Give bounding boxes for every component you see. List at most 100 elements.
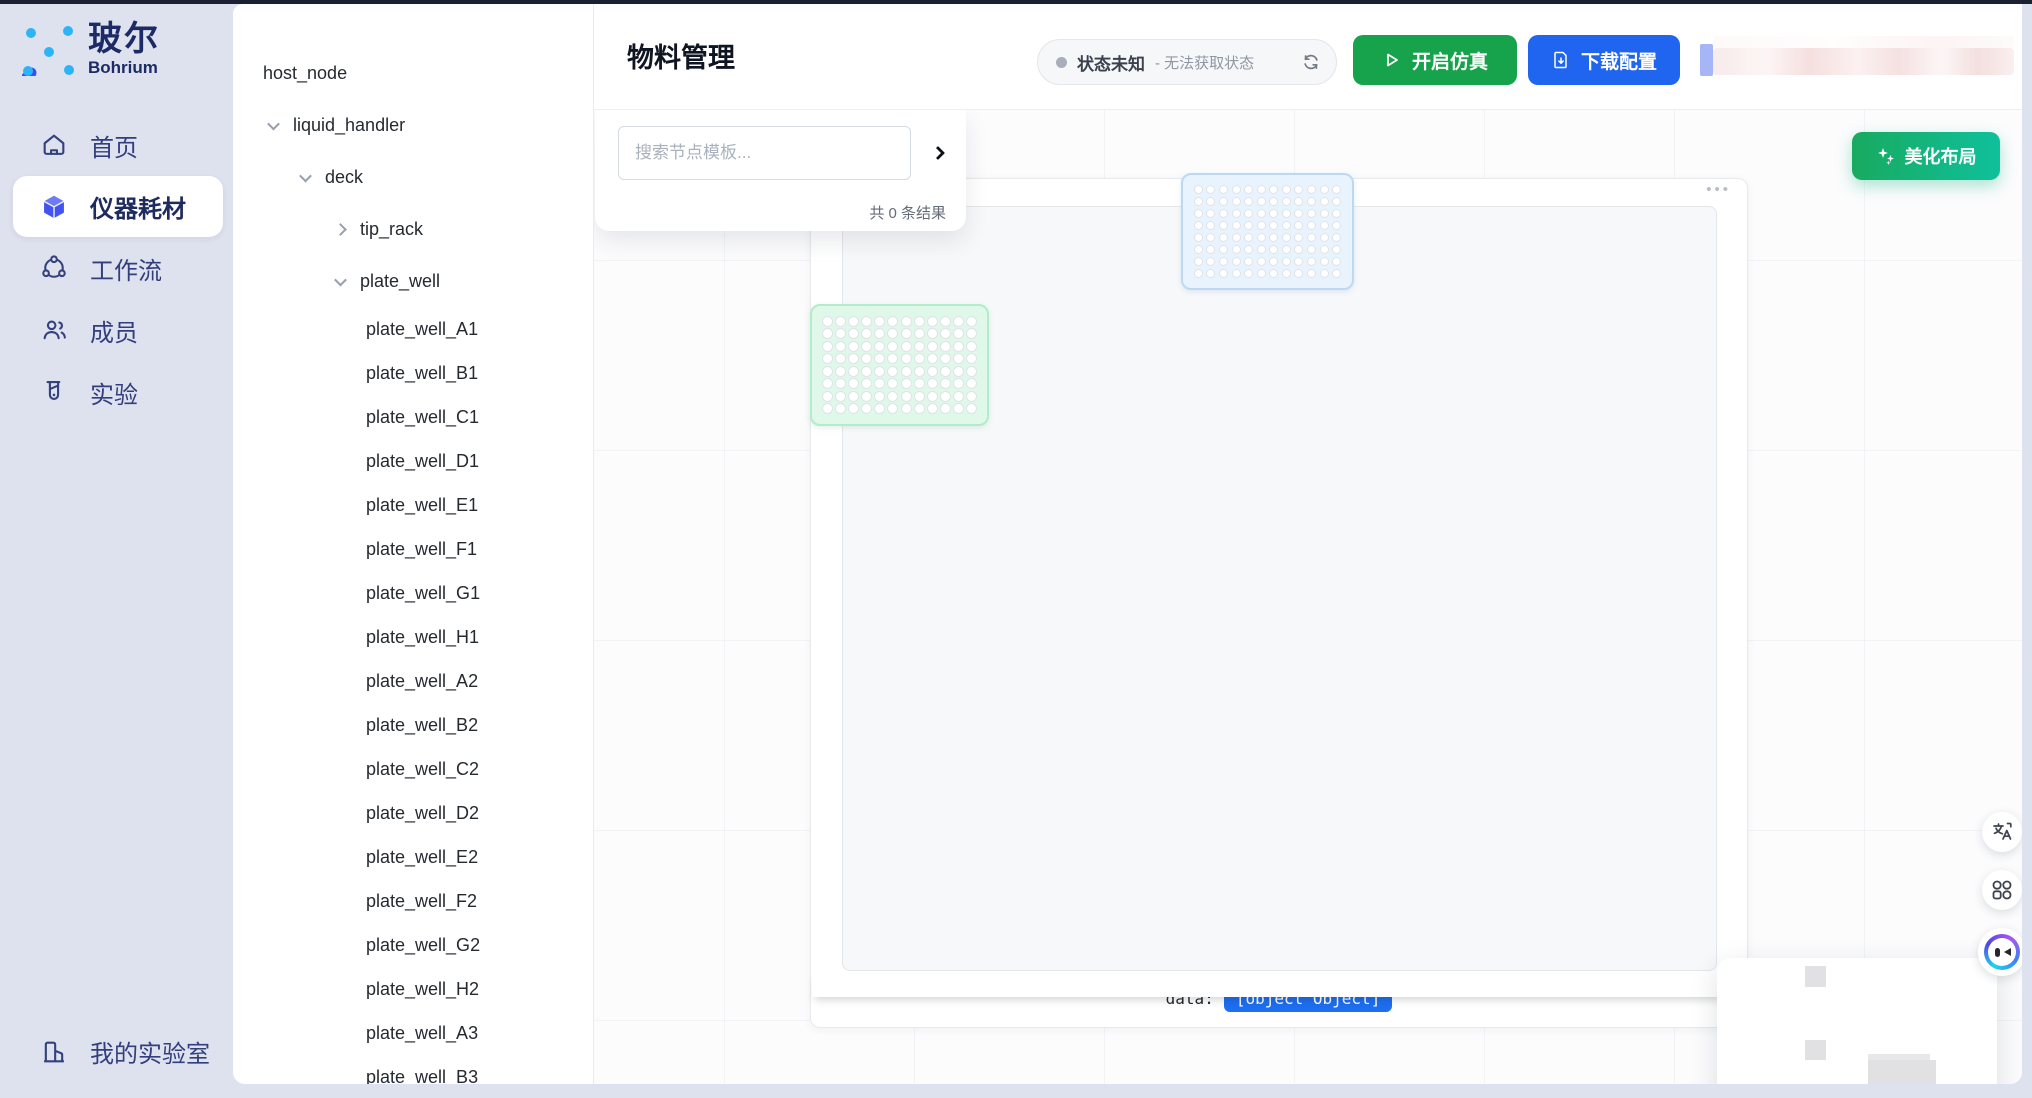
well — [1244, 245, 1253, 254]
chevron-down-icon[interactable] — [269, 121, 293, 130]
well — [1206, 221, 1215, 230]
well — [1332, 233, 1341, 242]
well — [1294, 197, 1303, 206]
well — [1244, 209, 1253, 218]
well — [1294, 221, 1303, 230]
tree-item-plate_well_F1[interactable]: plate_well_F1 — [233, 527, 593, 571]
well — [1282, 185, 1291, 194]
well — [1232, 221, 1241, 230]
tree-item-plate_well_C1[interactable]: plate_well_C1 — [233, 395, 593, 439]
tree-item-plate_well_D2[interactable]: plate_well_D2 — [233, 791, 593, 835]
plate-96well-blue[interactable] — [1181, 173, 1354, 290]
well — [1244, 221, 1253, 230]
tree-item-label: liquid_handler — [293, 115, 405, 136]
tree-item-liquid_handler[interactable]: liquid_handler — [233, 99, 593, 151]
tree-item-deck[interactable]: deck — [233, 151, 593, 203]
beautify-layout-button[interactable]: 美化布局 — [1852, 132, 2000, 180]
tree-item-plate_well_A2[interactable]: plate_well_A2 — [233, 659, 593, 703]
well — [901, 316, 912, 327]
well — [1320, 197, 1329, 206]
status-badge: 状态未知 - 无法获取状态 — [1037, 39, 1337, 85]
tree-item-plate_well_B1[interactable]: plate_well_B1 — [233, 351, 593, 395]
apps-grid-button[interactable] — [1982, 870, 2022, 910]
well — [1282, 269, 1291, 278]
start-simulation-button[interactable]: 开启仿真 — [1353, 35, 1517, 85]
well — [1194, 185, 1203, 194]
well — [1257, 221, 1266, 230]
sidebar-item-instruments[interactable]: 仪器耗材 — [13, 176, 223, 237]
loading-skeleton-chip — [1700, 44, 1713, 76]
chevron-down-icon[interactable] — [336, 277, 360, 286]
well — [887, 341, 898, 352]
well — [927, 378, 938, 389]
file-download-icon — [1551, 50, 1571, 70]
liquid-handler-node[interactable]: liquid_handler ••• data: [object Object] — [810, 178, 1748, 1028]
well — [940, 316, 951, 327]
well — [1194, 257, 1203, 266]
sidebar-item-my-lab[interactable]: 我的实验室 — [40, 1034, 210, 1069]
search-input[interactable] — [618, 126, 911, 180]
home-icon — [40, 131, 68, 159]
chevron-right-icon[interactable] — [925, 140, 951, 166]
refresh-icon[interactable] — [1302, 53, 1320, 71]
tree-item-plate_well_E2[interactable]: plate_well_E2 — [233, 835, 593, 879]
well — [848, 378, 859, 389]
tree-item-label: plate_well_G2 — [366, 935, 480, 956]
tree-item-label: plate_well_B1 — [366, 363, 478, 384]
ellipsis-icon[interactable]: ••• — [1706, 181, 1731, 198]
download-config-button[interactable]: 下载配置 — [1528, 35, 1680, 85]
tree-item-tip_rack[interactable]: tip_rack — [233, 203, 593, 255]
well — [1320, 185, 1329, 194]
well — [1232, 245, 1241, 254]
chevron-right-icon[interactable] — [336, 225, 360, 234]
well — [1294, 245, 1303, 254]
tree-item-plate_well_A1[interactable]: plate_well_A1 — [233, 307, 593, 351]
sidebar-item-label: 成员 — [90, 313, 138, 348]
sidebar-item-members[interactable]: 成员 — [0, 299, 233, 361]
tree-item-plate_well_B3[interactable]: plate_well_B3 — [233, 1055, 593, 1084]
start-simulation-label: 开启仿真 — [1412, 47, 1488, 74]
canvas-minimap[interactable] — [1717, 958, 1997, 1084]
ai-assistant-button[interactable] — [1978, 928, 2022, 976]
minimap-node-rect — [1805, 1040, 1826, 1060]
well — [901, 403, 912, 414]
well — [927, 316, 938, 327]
well — [1206, 269, 1215, 278]
tree-item-plate_well_H1[interactable]: plate_well_H1 — [233, 615, 593, 659]
well — [940, 403, 951, 414]
well — [953, 316, 964, 327]
chevron-down-icon[interactable] — [301, 173, 325, 182]
well — [1320, 209, 1329, 218]
tree-item-plate_well_B2[interactable]: plate_well_B2 — [233, 703, 593, 747]
sidebar-item-label: 实验 — [90, 375, 138, 410]
tree-item-plate_well[interactable]: plate_well — [233, 255, 593, 307]
plate-96well-green[interactable] — [810, 304, 989, 426]
tree-item-plate_well_D1[interactable]: plate_well_D1 — [233, 439, 593, 483]
tree-item-plate_well_H2[interactable]: plate_well_H2 — [233, 967, 593, 1011]
tree-item-plate_well_A3[interactable]: plate_well_A3 — [233, 1011, 593, 1055]
tree-item-plate_well_C2[interactable]: plate_well_C2 — [233, 747, 593, 791]
apps-grid-icon — [1990, 878, 2014, 902]
brand[interactable]: 玻尔 Bohrium — [22, 22, 160, 76]
well — [1282, 245, 1291, 254]
well — [1219, 221, 1228, 230]
translate-button[interactable] — [1982, 812, 2022, 852]
sidebar-footer-label: 我的实验室 — [90, 1034, 210, 1069]
tree-item-host_node[interactable]: host_node — [233, 47, 593, 99]
tree-item-label: plate_well_B3 — [366, 1067, 478, 1085]
tree-item-plate_well_G1[interactable]: plate_well_G1 — [233, 571, 593, 615]
tree-item-plate_well_E1[interactable]: plate_well_E1 — [233, 483, 593, 527]
well — [874, 391, 885, 402]
well — [887, 353, 898, 364]
well — [953, 391, 964, 402]
flow-canvas[interactable]: 共 0 条结果 美化布局 liquid_handler ••• — [594, 110, 2022, 1084]
sidebar-item-experiment[interactable]: 实验 — [0, 361, 233, 423]
status-dot-icon — [1056, 57, 1067, 68]
well — [1206, 233, 1215, 242]
tree-item-plate_well_G2[interactable]: plate_well_G2 — [233, 923, 593, 967]
well — [861, 403, 872, 414]
sidebar-item-workflow[interactable]: 工作流 — [0, 237, 233, 299]
tree-item-plate_well_F2[interactable]: plate_well_F2 — [233, 879, 593, 923]
sidebar-item-home[interactable]: 首页 — [0, 114, 233, 176]
node-tree-panel: host_nodeliquid_handlerdecktip_rackplate… — [233, 4, 594, 1084]
